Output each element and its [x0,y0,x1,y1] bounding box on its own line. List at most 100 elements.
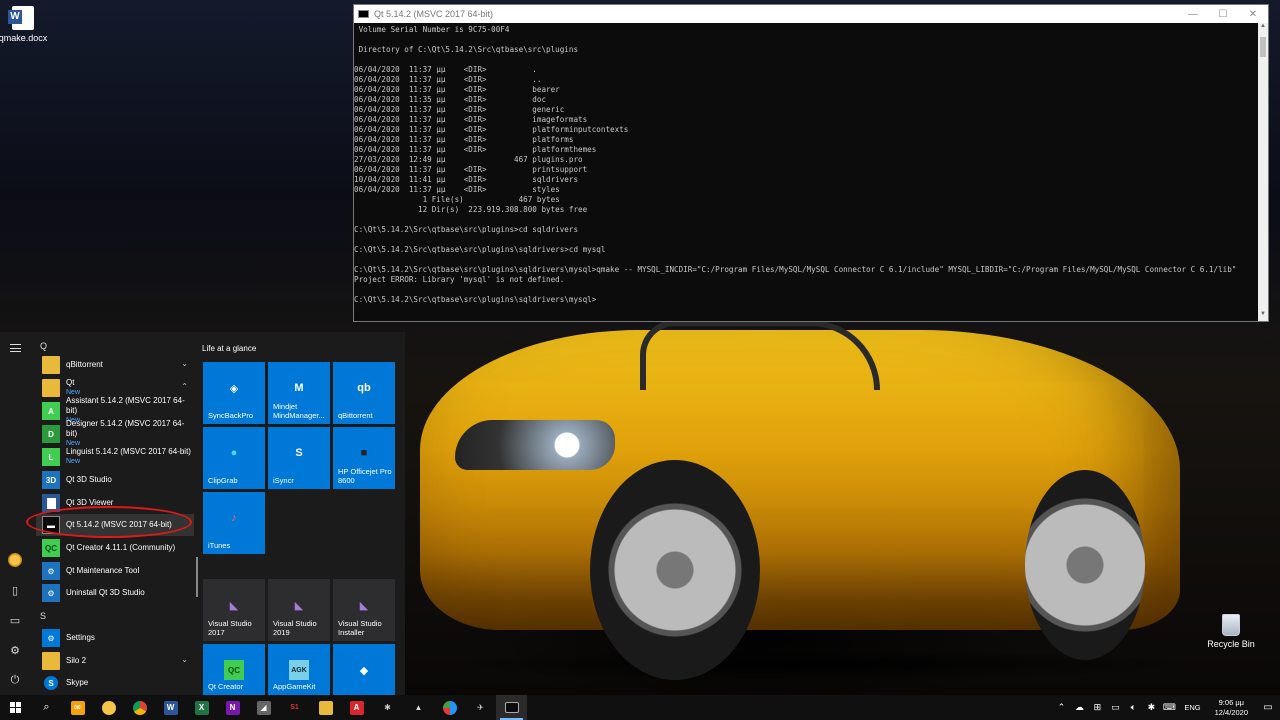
qt-creator-icon: QC [42,539,60,557]
app-list-scrollbar[interactable] [196,557,198,597]
tile-appgamekit[interactable]: AGK AppGameKit [268,644,330,695]
tile-mindmanager[interactable]: M Mindjet MindManager... [268,362,330,424]
clock[interactable]: 9:06 μμ 12/4/2020 [1215,698,1248,718]
app-item-qt-3d-studio[interactable]: 3D Qt 3D Studio [36,469,194,491]
app-item-qt-maintenance-tool[interactable]: ⚙ Qt Maintenance Tool [36,560,194,582]
console-title: Qt 5.14.2 (MSVC 2017 64-bit) [374,9,494,19]
taskbar-app-outlook[interactable]: ✉ [62,695,93,720]
power-button[interactable]: ⏻ [0,669,30,691]
taskbar-app-tool[interactable]: ◢ [248,695,279,720]
taskbar-app-inkscape[interactable]: ▲ [403,695,434,720]
app-item-linguist[interactable]: L Linguist 5.14.2 (MSVC 2017 64-bit) New [36,446,194,468]
app-item-qbittorrent[interactable]: qBittorrent ⌄ [36,354,194,376]
expand-menu-button[interactable] [0,337,30,359]
taskbar-app-excel[interactable]: X [186,695,217,720]
search-icon: ⌕ [43,701,50,713]
tile-itunes[interactable]: ♪ iTunes [203,492,265,554]
pictures-button[interactable]: ▭ [0,609,30,631]
documents-button[interactable]: ▯ [0,579,30,601]
console-scrollbar[interactable]: ▲ ▼ [1258,23,1268,321]
desktop-icon-qmake-docx[interactable]: qmake.docx [0,6,58,43]
isyncr-icon: S [295,447,303,459]
taskbar-app-pin[interactable]: ✈ [465,695,496,720]
keyboard-icon[interactable]: ⌨ [1163,702,1176,714]
taskbar-app-s1[interactable]: S1 [279,695,310,720]
language-indicator[interactable]: ENG [1184,703,1200,712]
app-label: Qt Creator 4.11.1 (Community) [66,543,176,552]
mindmanager-icon: M [294,382,304,394]
user-account-button[interactable] [0,549,30,571]
scroll-down-icon[interactable]: ▼ [1258,311,1268,321]
tile-clipgrab[interactable]: ● ClipGrab [203,427,265,489]
app-label: Linguist 5.14.2 (MSVC 2017 64-bit) [66,447,191,456]
app-item-qt-creator[interactable]: QC Qt Creator 4.11.1 (Community) [36,537,194,559]
app-label: Silo 2 [66,656,87,665]
tile-label: Mindjet MindManager... [273,402,325,420]
scrollbar-thumb[interactable] [1260,37,1266,57]
taskbar-app-word[interactable]: W [155,695,186,720]
start-button[interactable] [0,695,31,720]
taskbar-app-files[interactable] [310,695,341,720]
network-icon[interactable]: ⊞ [1091,702,1103,714]
letter-header-s[interactable]: S [40,611,46,621]
tile-hp-officejet[interactable]: ■ HP Officejet Pro 8600 [333,427,395,489]
system-tray: ⌃ ☁ ⊞ ▭ 🔈︎ ✱ ⌨ ENG 9:06 μμ 12/4/2020 ▭ [1052,695,1280,720]
tile-syncbackpro[interactable]: ◈ SyncBackPro [203,362,265,424]
maximize-button[interactable]: ☐ [1208,9,1238,20]
taskbar-app-game[interactable]: ✱ [372,695,403,720]
console-line: 06/04/2020 11:37 μμ <DIR> printsupport [354,165,588,174]
console-line: C:\Qt\5.14.2\Src\qtbase\src\plugins\sqld… [354,265,1237,274]
taskbar-app-chrome[interactable] [124,695,155,720]
app-item-silo-2[interactable]: Silo 2 ⌄ [36,650,194,672]
taskbar-app-onenote[interactable]: N [217,695,248,720]
console-line: 27/03/2020 12:49 μμ 467 plugins.pro [354,155,583,164]
cloud-icon[interactable]: ☁ [1073,702,1085,714]
desktop-icon-recycle-bin[interactable]: Recycle Bin [1196,614,1266,649]
tile-visual-studio-2019[interactable]: ◣ Visual Studio 2019 [268,579,330,641]
taskbar-app-console[interactable] [496,695,527,720]
tile-isyncr[interactable]: S iSyncr [268,427,330,489]
new-badge: New [66,458,81,465]
tile-qt-creator[interactable]: QC Qt Creator [203,644,265,695]
chevron-up-icon[interactable]: ⌃ [1055,702,1067,714]
console-line: Directory of C:\Qt\5.14.2\Src\qtbase\src… [354,45,579,54]
avatar [8,553,22,567]
console-window[interactable]: Qt 5.14.2 (MSVC 2017 64-bit) — ☐ ✕ Volum… [353,4,1269,322]
minimize-button[interactable]: — [1178,9,1208,20]
printer-icon: ■ [360,447,368,459]
console-line: 06/04/2020 11:37 μμ <DIR> styles [354,185,560,194]
scroll-up-icon[interactable]: ▲ [1258,23,1268,33]
tile-visual-studio-installer[interactable]: ◣ Visual Studio Installer [333,579,395,641]
app-item-skype[interactable]: S Skype [36,672,194,694]
close-button[interactable]: ✕ [1238,9,1268,20]
chevron-down-icon: ⌄ [181,359,188,368]
settings-rail-button[interactable]: ⚙ [0,639,30,661]
tile-unity[interactable]: ◆ [333,644,395,695]
globe-icon [442,700,457,715]
console-titlebar[interactable]: Qt 5.14.2 (MSVC 2017 64-bit) — ☐ ✕ [354,5,1268,23]
console-output[interactable]: Volume Serial Number is 9C75-00F4 Direct… [354,23,1258,321]
app-item-settings[interactable]: ⚙ Settings [36,627,194,649]
tile-visual-studio-2017[interactable]: ◣ Visual Studio 2017 [203,579,265,641]
bluetooth-icon[interactable]: ✱ [1145,702,1157,714]
clock-time: 9:06 μμ [1218,697,1244,707]
tile-qbittorrent[interactable]: qb qBittorrent [333,362,395,424]
pen-icon: ◢ [256,700,271,715]
taskbar-app-sticky[interactable] [93,695,124,720]
app-label: Qt [66,378,75,387]
volume-icon[interactable]: 🔈︎ [1127,702,1139,714]
recycle-bin-icon [1222,614,1240,636]
folder-icon [42,652,60,670]
search-button[interactable]: ⌕ [31,695,62,720]
notification-icon[interactable]: ▭ [1256,695,1280,720]
word-icon: W [163,700,178,715]
letter-header-q[interactable]: Q [40,341,47,351]
mail-icon: ✉ [70,700,85,715]
app-item-uninstall-qt-3d-studio[interactable]: ⚙ Uninstall Qt 3D Studio [36,582,194,604]
folder-icon [42,379,60,397]
taskbar-app-globe[interactable] [434,695,465,720]
monitor-icon[interactable]: ▭ [1109,702,1121,714]
app-item-designer[interactable]: D Designer 5.14.2 (MSVC 2017 64-bit) New [36,419,194,447]
taskbar-app-acrobat[interactable]: A [341,695,372,720]
